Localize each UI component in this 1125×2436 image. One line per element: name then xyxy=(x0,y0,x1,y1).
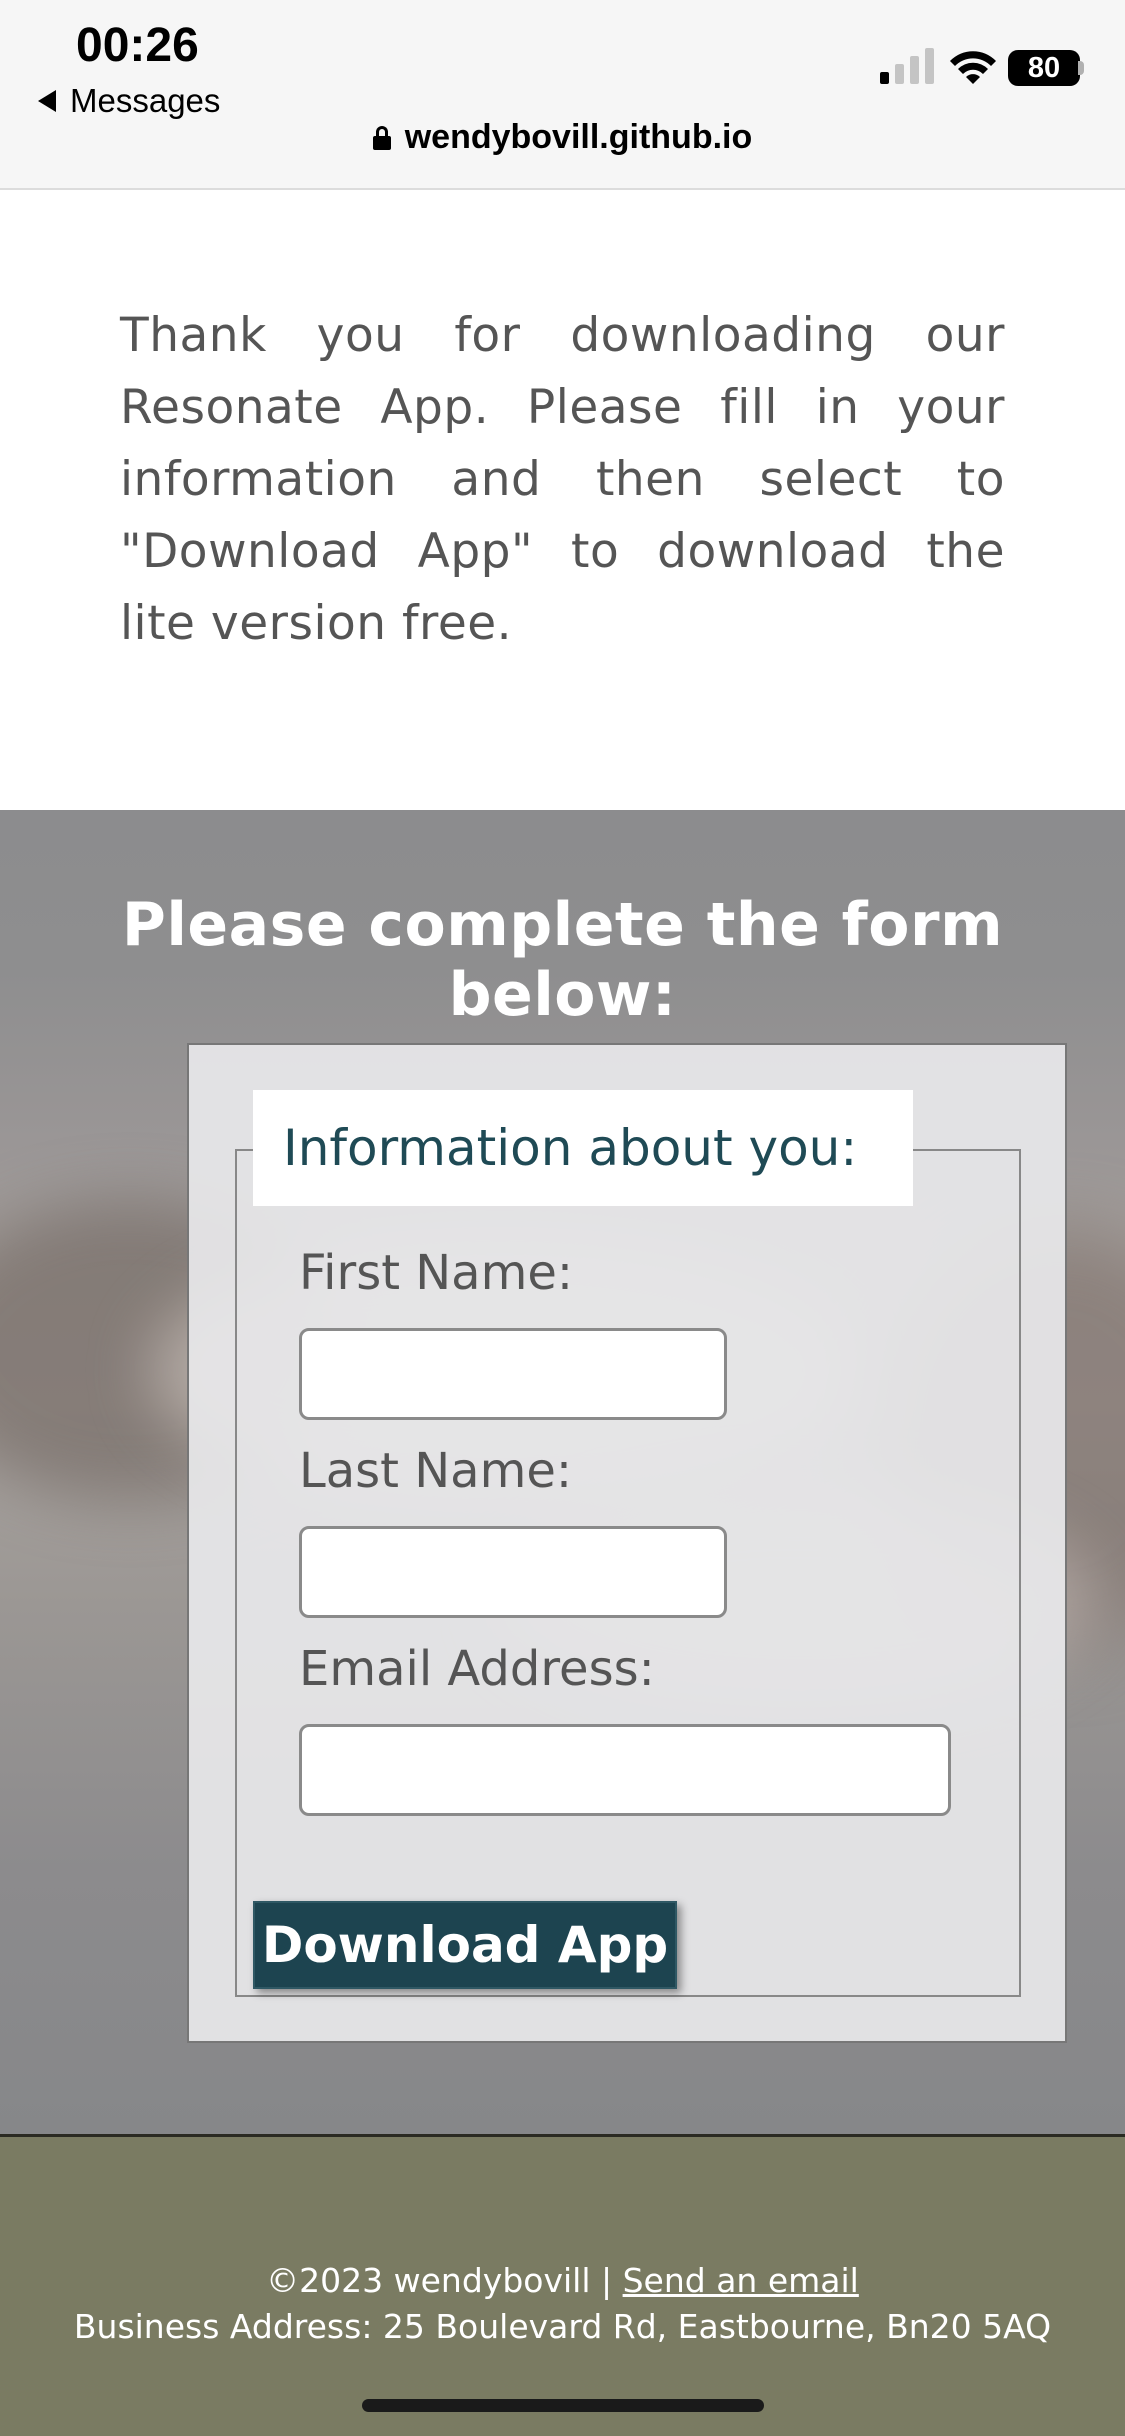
back-arrow-icon xyxy=(38,90,56,112)
battery-tip xyxy=(1078,61,1084,75)
home-indicator[interactable] xyxy=(362,2399,764,2412)
status-time: 00:26 xyxy=(76,19,199,72)
fieldset-legend: Information about you: xyxy=(253,1090,913,1206)
form-heading: Please complete the form below: xyxy=(121,890,1004,1030)
footer-copyright-line: ©2023 wendybovill | Send an email xyxy=(0,2261,1125,2300)
email-input[interactable] xyxy=(299,1724,951,1816)
intro-text: Thank you for downloading our Resonate A… xyxy=(120,308,1005,651)
battery-icon: 80 xyxy=(1008,50,1080,86)
url-text: wendybovill.github.io xyxy=(404,118,753,156)
email-label: Email Address: xyxy=(299,1641,655,1697)
download-app-button[interactable]: Download App xyxy=(253,1901,677,1989)
send-email-link[interactable]: Send an email xyxy=(623,2261,859,2300)
lock-icon xyxy=(372,125,391,150)
business-address: Business Address: 25 Boulevard Rd, Eastb… xyxy=(73,2307,1052,2346)
last-name-input[interactable] xyxy=(299,1526,727,1618)
form-section: Please complete the form below: Informat… xyxy=(0,810,1125,2135)
first-name-input[interactable] xyxy=(299,1328,727,1420)
signup-form: Information about you: First Name: Last … xyxy=(187,1043,1067,2043)
first-name-label: First Name: xyxy=(299,1245,574,1301)
status-bar: 00:26 Messages 80 wendybovill.github.io xyxy=(0,0,1125,190)
address-bar[interactable]: wendybovill.github.io xyxy=(0,118,1125,157)
signal-icon xyxy=(880,48,934,84)
footer: ©2023 wendybovill | Send an email Busine… xyxy=(0,2134,1125,2436)
legend-text: Information about you: xyxy=(283,1119,858,1177)
last-name-label: Last Name: xyxy=(299,1443,573,1499)
copyright-text: ©2023 wendybovill | xyxy=(266,2261,623,2300)
back-label: Messages xyxy=(70,82,221,119)
back-to-messages-button[interactable]: Messages xyxy=(38,82,220,120)
wifi-icon xyxy=(950,51,996,84)
battery-level: 80 xyxy=(1027,51,1061,84)
